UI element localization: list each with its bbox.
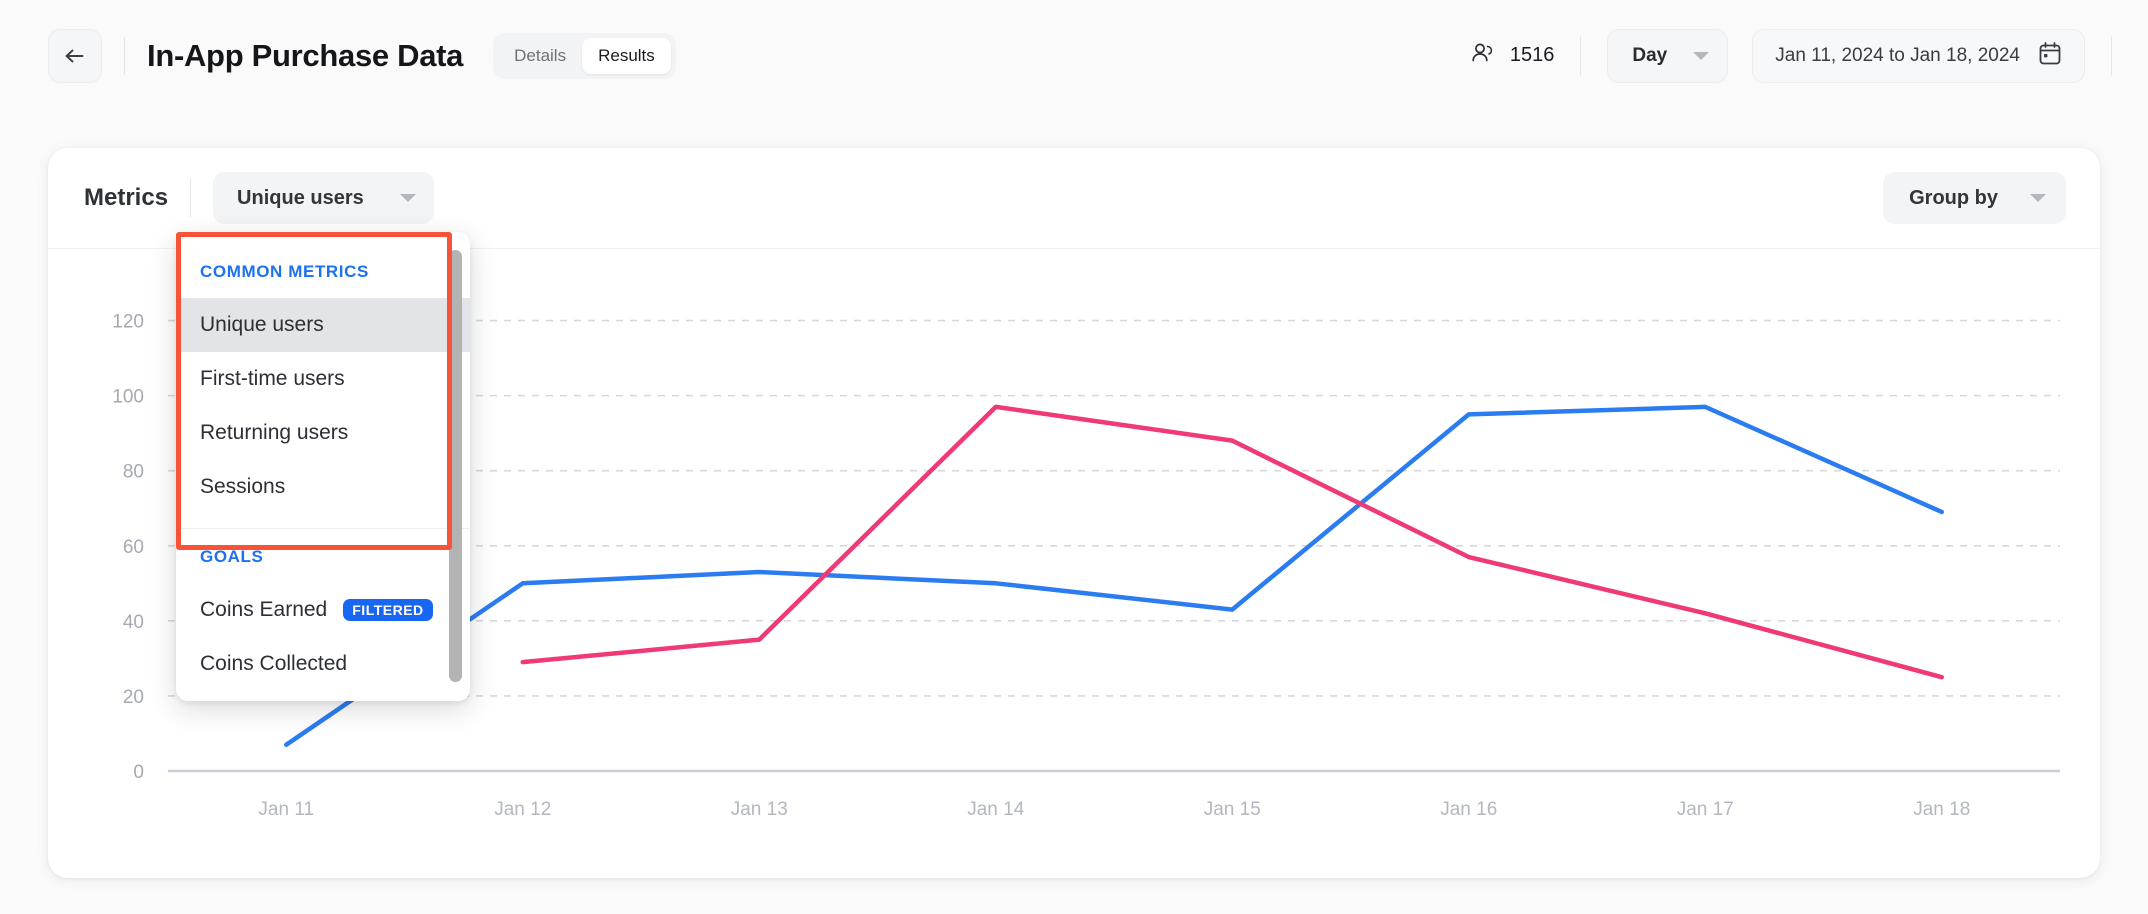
toolbar-divider [190, 179, 192, 217]
dropdown-item-coins-collected[interactable]: Coins Collected [176, 637, 470, 691]
chevron-down-icon [1693, 51, 1710, 60]
dropdown-scrollbar[interactable] [449, 250, 462, 682]
date-range-picker[interactable]: Jan 11, 2024 to Jan 18, 2024 [1752, 28, 2085, 83]
svg-text:Jan 17: Jan 17 [1677, 799, 1734, 820]
group-by-button[interactable]: Group by [1883, 172, 2066, 224]
page-header: In-App Purchase Data Details Results 151… [0, 0, 2148, 111]
chevron-down-icon [399, 194, 416, 202]
metric-select-label: Unique users [237, 186, 364, 209]
tab-details[interactable]: Details [498, 38, 582, 74]
svg-text:100: 100 [112, 387, 144, 408]
dropdown-item-coins-earned[interactable]: Coins Earned FILTERED [176, 583, 470, 637]
tab-results[interactable]: Results [582, 37, 671, 74]
calendar-icon [2038, 41, 2062, 71]
svg-text:Jan 13: Jan 13 [731, 799, 788, 820]
granularity-label: Day [1632, 44, 1668, 66]
header-right-group: 1516 Day Jan 11, 2024 to Jan 18, 2024 [1470, 28, 2112, 83]
dropdown-item-label: First-time users [200, 367, 345, 390]
svg-text:Jan 14: Jan 14 [967, 799, 1024, 820]
analytics-page: In-App Purchase Data Details Results 151… [0, 0, 2148, 914]
svg-text:Jan 12: Jan 12 [494, 799, 551, 820]
dropdown-item-label: Coins Earned [200, 598, 328, 621]
svg-text:120: 120 [112, 312, 144, 333]
svg-text:0: 0 [133, 762, 144, 783]
svg-text:20: 20 [123, 687, 144, 708]
group-by-label: Group by [1909, 186, 1998, 209]
dropdown-section-title-common-metrics: COMMON METRICS [200, 262, 369, 281]
svg-text:Jan 18: Jan 18 [1913, 799, 1970, 820]
arrow-left-icon [63, 46, 87, 66]
svg-text:Jan 16: Jan 16 [1440, 799, 1497, 820]
dropdown-item-label: Sessions [200, 475, 286, 498]
status-badge-filtered: FILTERED [343, 599, 433, 621]
header-left-group: In-App Purchase Data Details Results [48, 28, 676, 83]
users-icon [1470, 41, 1498, 71]
dropdown-item-label: Returning users [200, 421, 349, 444]
granularity-select[interactable]: Day [1607, 28, 1729, 83]
dropdown-item-first-time-users[interactable]: First-time users [176, 352, 470, 406]
dropdown-section-title-goals: GOALS [200, 547, 264, 566]
svg-text:60: 60 [123, 537, 144, 558]
view-tabs: Details Results [493, 32, 676, 79]
header-vline-1 [1580, 35, 1582, 76]
header-vline-2 [2111, 35, 2112, 76]
chevron-down-icon [2030, 194, 2046, 202]
svg-text:80: 80 [123, 462, 144, 483]
metric-dropdown-menu: COMMON METRICS Unique users First-time u… [176, 232, 470, 701]
date-range-label: Jan 11, 2024 to Jan 18, 2024 [1775, 44, 2020, 66]
svg-text:Jan 15: Jan 15 [1204, 799, 1261, 820]
users-count: 1516 [1509, 44, 1555, 66]
header-divider [124, 36, 125, 75]
svg-text:40: 40 [123, 612, 144, 633]
back-button[interactable] [48, 28, 102, 83]
dropdown-item-label: Coins Collected [200, 652, 348, 675]
metric-select-button[interactable]: Unique users [213, 172, 434, 224]
page-title: In-App Purchase Data [147, 37, 464, 73]
dropdown-item-unique-users[interactable]: Unique users [176, 298, 470, 352]
dropdown-item-returning-users[interactable]: Returning users [176, 406, 470, 460]
svg-text:Jan 11: Jan 11 [258, 799, 314, 820]
metrics-label: Metrics [84, 184, 169, 211]
users-stat: 1516 [1470, 41, 1581, 71]
dropdown-item-sessions[interactable]: Sessions [176, 460, 470, 514]
dropdown-item-label: Unique users [200, 313, 324, 336]
